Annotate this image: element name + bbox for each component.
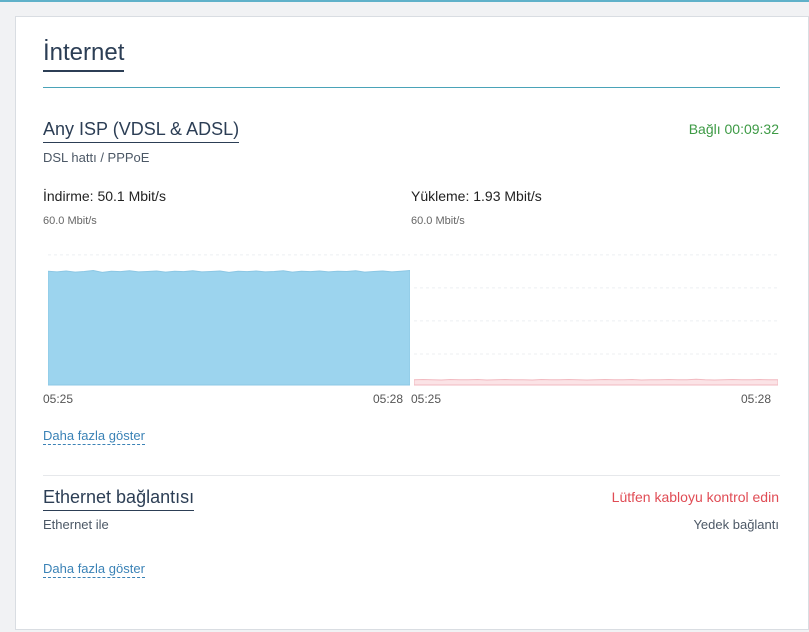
download-time-end: 05:28 <box>373 392 404 406</box>
internet-card: İnternet Any ISP (VDSL & ADSL) Bağlı 00:… <box>15 16 809 630</box>
upload-area <box>414 378 778 386</box>
download-time-start: 05:25 <box>43 392 74 406</box>
download-chart <box>48 254 410 386</box>
isp-connection-status: Bağlı 00:09:32 <box>688 121 779 137</box>
title-divider <box>43 87 780 88</box>
isp-name: Any ISP (VDSL & ADSL) <box>43 118 240 143</box>
upload-time-start: 05:25 <box>411 392 442 406</box>
download-axis-max: 60.0 Mbit/s <box>43 215 97 227</box>
ethernet-status: Lütfen kabloyu kontrol edin <box>611 489 779 505</box>
isp-show-more-link[interactable]: Daha fazla göster <box>43 428 145 445</box>
upload-axis-max: 60.0 Mbit/s <box>411 215 465 227</box>
upload-time-end: 05:28 <box>741 392 772 406</box>
ethernet-show-more-link[interactable]: Daha fazla göster <box>43 561 145 578</box>
page-title: İnternet <box>43 39 125 72</box>
download-area <box>48 270 410 386</box>
isp-line-type: DSL hattı / PPPoE <box>43 150 150 165</box>
top-accent-line <box>0 0 809 2</box>
ethernet-role: Yedek bağlantı <box>693 517 779 532</box>
download-rate: İndirme: 50.1 Mbit/s <box>43 188 166 204</box>
ethernet-title: Ethernet bağlantısı <box>43 486 195 511</box>
ethernet-mode: Ethernet ile <box>43 517 109 532</box>
section-divider <box>43 475 780 476</box>
upload-chart <box>414 254 778 386</box>
upload-rate: Yükleme: 1.93 Mbit/s <box>411 188 542 204</box>
